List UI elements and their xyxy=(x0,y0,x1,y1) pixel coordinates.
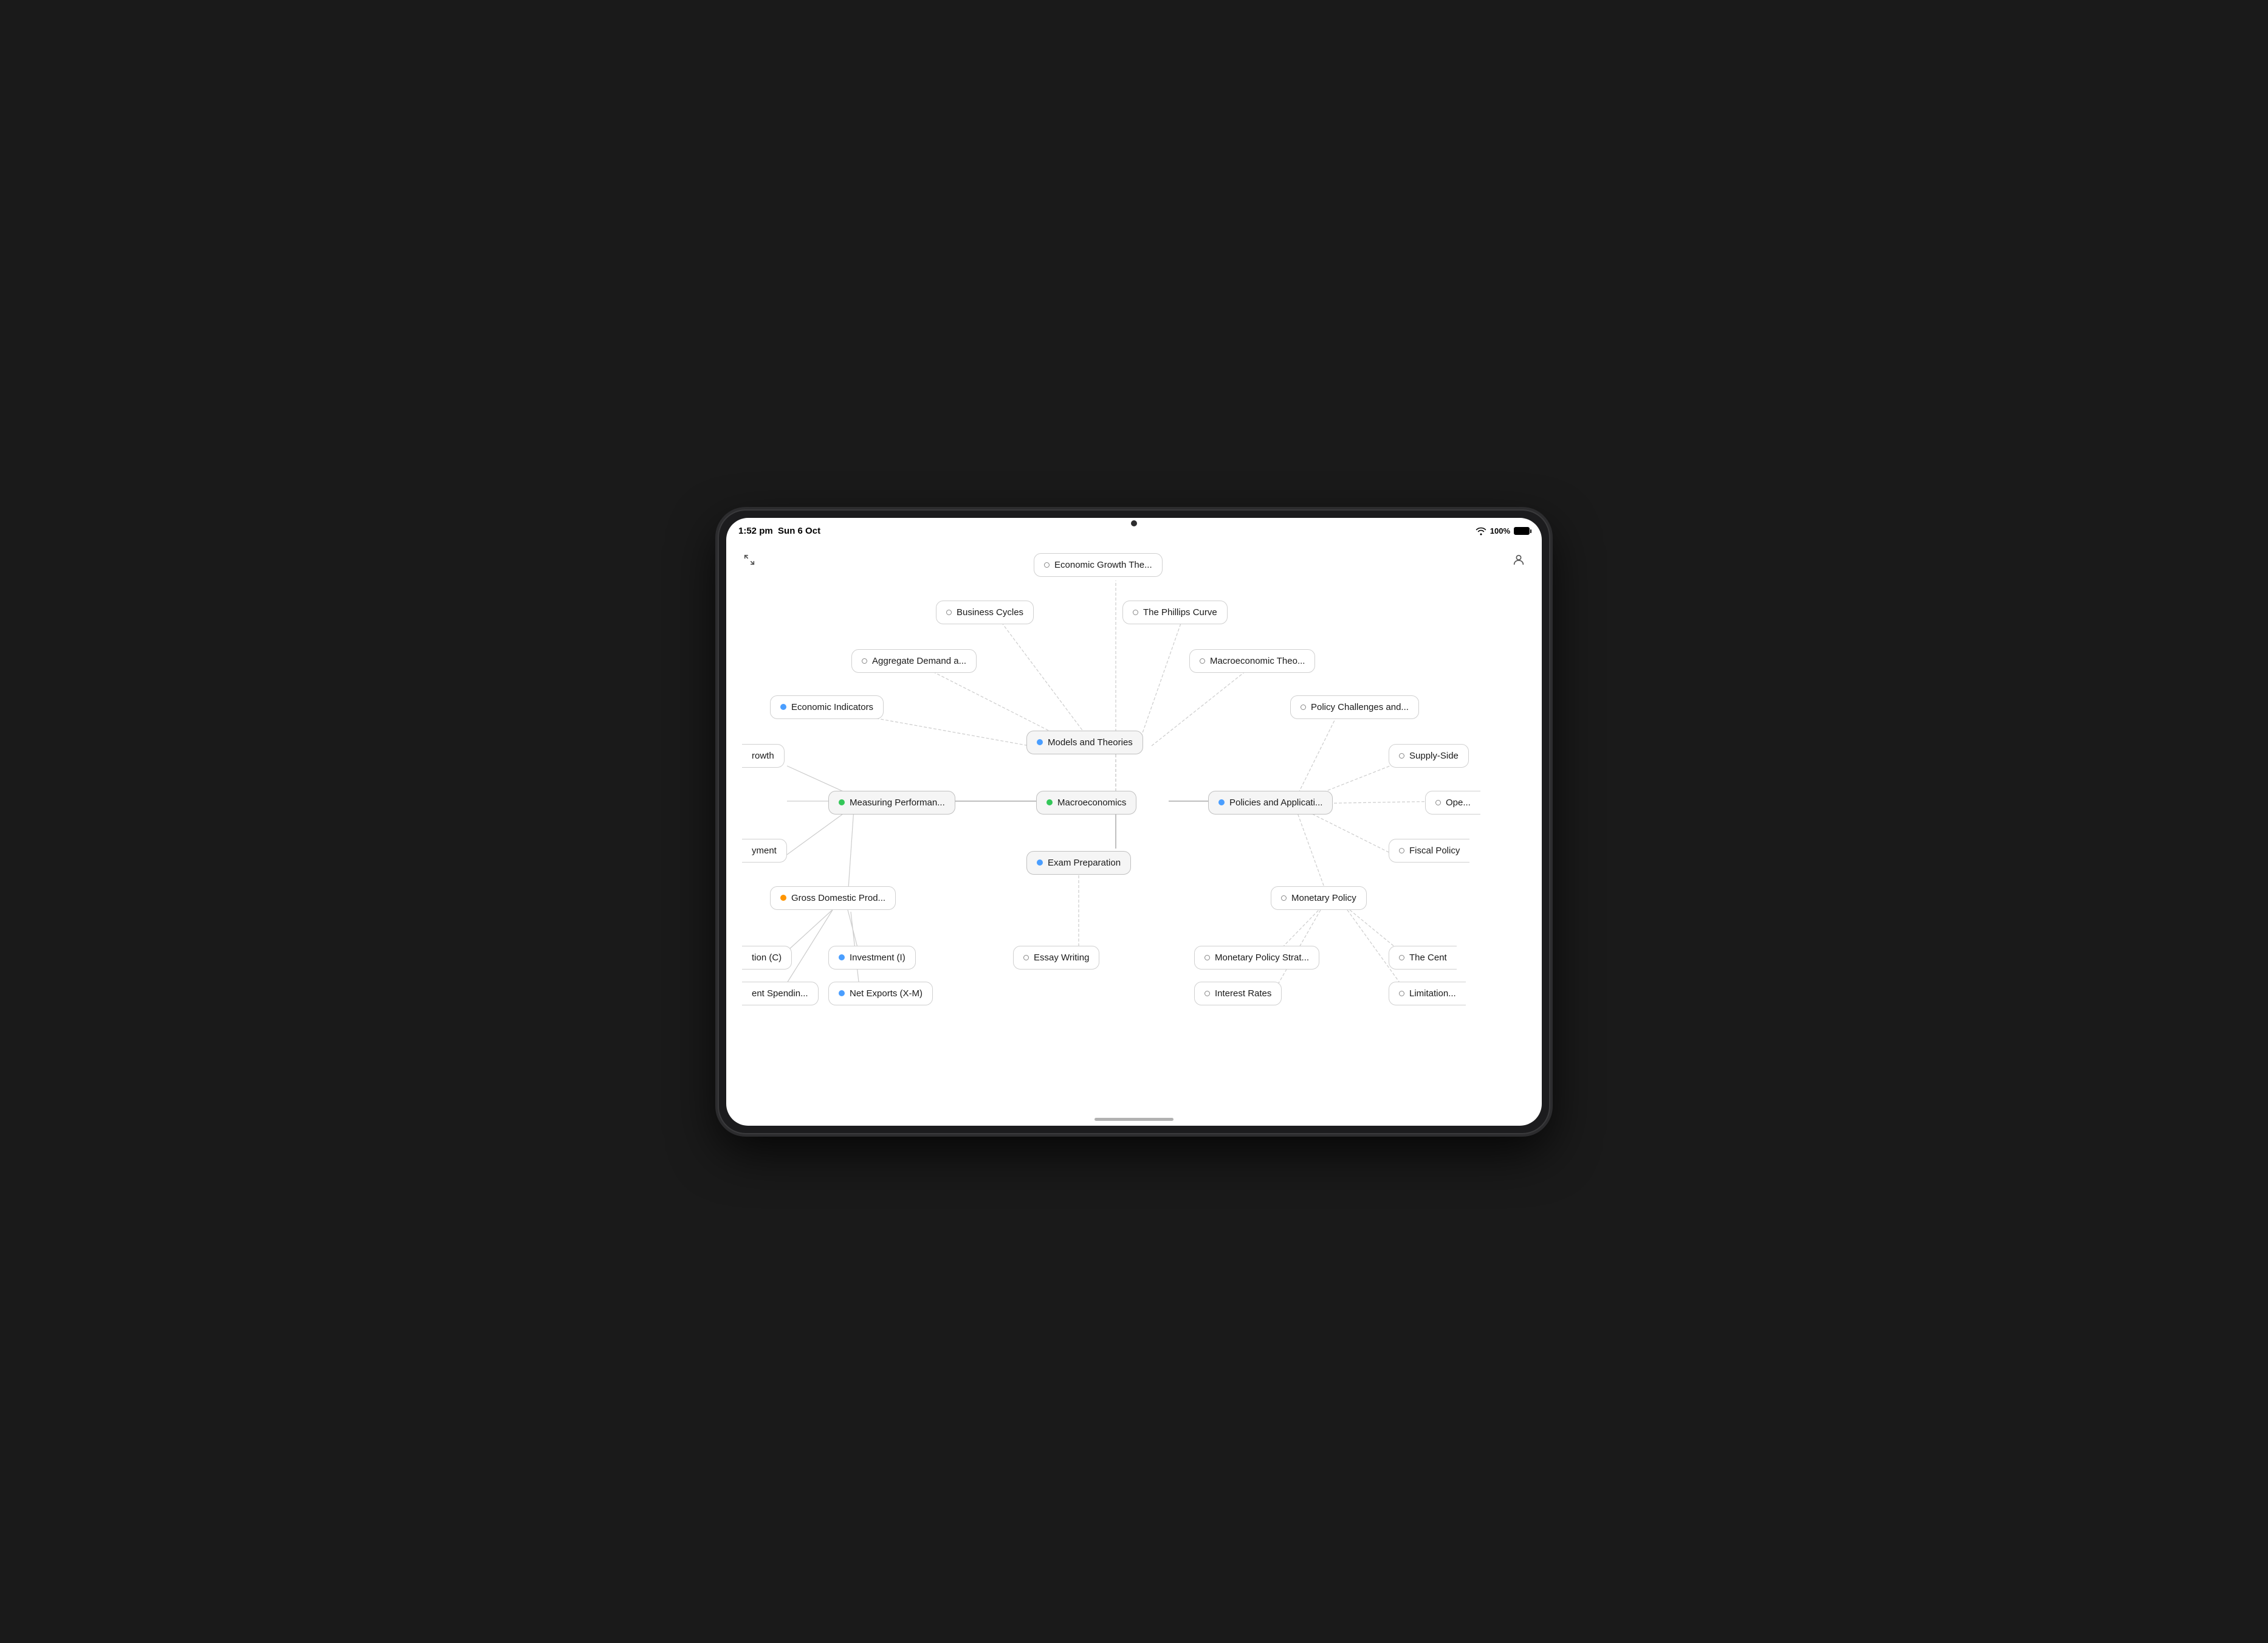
node-label: Policies and Applicati... xyxy=(1229,797,1322,808)
node-label: rowth xyxy=(752,751,774,761)
node-label: The Cent xyxy=(1409,952,1447,963)
node-models-theories[interactable]: Models and Theories xyxy=(1026,731,1143,754)
node-policies[interactable]: Policies and Applicati... xyxy=(1208,791,1333,815)
dot-blue xyxy=(1037,739,1043,745)
dot-blue xyxy=(780,704,786,710)
node-label: Investment (I) xyxy=(850,952,905,963)
dot-empty xyxy=(1399,753,1404,759)
node-label: ent Spendin... xyxy=(752,988,808,999)
status-bar: 1:52 pm Sun 6 Oct 100% xyxy=(726,518,1542,545)
node-label: Business Cycles xyxy=(957,607,1023,618)
dot-empty xyxy=(1023,955,1029,960)
wifi-icon xyxy=(1476,527,1486,536)
node-gov-spending-partial[interactable]: ent Spendin... xyxy=(742,982,819,1005)
node-policy-challenges[interactable]: Policy Challenges and... xyxy=(1290,695,1419,719)
dot-empty xyxy=(1301,704,1306,710)
node-label: Limitation... xyxy=(1409,988,1456,999)
dot-empty xyxy=(946,610,952,615)
status-time: 1:52 pm Sun 6 Oct xyxy=(738,526,820,536)
node-label: Interest Rates xyxy=(1215,988,1271,999)
ipad-frame: 1:52 pm Sun 6 Oct 100% xyxy=(719,511,1549,1133)
dot-blue xyxy=(839,954,845,960)
toolbar xyxy=(726,545,1542,575)
node-economic-indicators[interactable]: Economic Indicators xyxy=(770,695,884,719)
node-open-economy[interactable]: Ope... xyxy=(1425,791,1480,815)
dot-empty xyxy=(1399,991,1404,996)
node-label: Monetary Policy xyxy=(1291,893,1356,903)
dot-orange xyxy=(780,895,786,901)
node-label: yment xyxy=(752,846,777,856)
status-right: 100% xyxy=(1476,526,1530,536)
dot-blue xyxy=(839,990,845,996)
node-investment[interactable]: Investment (I) xyxy=(828,946,916,970)
node-measuring[interactable]: Measuring Performan... xyxy=(828,791,955,815)
node-exam-preparation[interactable]: Exam Preparation xyxy=(1026,851,1131,875)
home-indicator xyxy=(1094,1118,1174,1121)
node-limitations-partial[interactable]: Limitation... xyxy=(1389,982,1466,1005)
node-fiscal-policy[interactable]: Fiscal Policy xyxy=(1389,839,1469,863)
node-phillips-curve[interactable]: The Phillips Curve xyxy=(1122,601,1228,624)
battery-fill xyxy=(1514,528,1529,534)
dot-green xyxy=(839,799,845,805)
node-label: Exam Preparation xyxy=(1048,858,1121,868)
battery-percent: 100% xyxy=(1490,526,1510,536)
node-label: Aggregate Demand a... xyxy=(872,656,966,666)
node-supply-side[interactable]: Supply-Side xyxy=(1389,744,1469,768)
node-macroeconomics-central[interactable]: Macroeconomics xyxy=(1036,791,1136,815)
dot-empty xyxy=(1204,955,1210,960)
node-label: tion (C) xyxy=(752,952,782,963)
node-net-exports[interactable]: Net Exports (X-M) xyxy=(828,982,933,1005)
node-label: Supply-Side xyxy=(1409,751,1459,761)
dot-empty xyxy=(862,658,867,664)
node-label: Measuring Performan... xyxy=(850,797,945,808)
mindmap-canvas: Economic Growth The... Business Cycles T… xyxy=(726,518,1542,1126)
node-label: Ope... xyxy=(1446,797,1471,808)
node-monetary-policy-strat[interactable]: Monetary Policy Strat... xyxy=(1194,946,1319,970)
node-label: Monetary Policy Strat... xyxy=(1215,952,1309,963)
node-aggregate-demand[interactable]: Aggregate Demand a... xyxy=(851,649,977,673)
node-interest-rates[interactable]: Interest Rates xyxy=(1194,982,1282,1005)
node-label: Essay Writing xyxy=(1034,952,1089,963)
node-label: Fiscal Policy xyxy=(1409,846,1460,856)
node-essay-writing[interactable]: Essay Writing xyxy=(1013,946,1099,970)
node-label: Economic Indicators xyxy=(791,702,873,712)
collapse-button[interactable] xyxy=(738,549,760,571)
node-label: Macroeconomics xyxy=(1057,797,1126,808)
dot-empty xyxy=(1399,955,1404,960)
node-consumption-partial[interactable]: tion (C) xyxy=(742,946,792,970)
node-label: Macroeconomic Theo... xyxy=(1210,656,1305,666)
node-label: Models and Theories xyxy=(1048,737,1133,748)
dot-empty xyxy=(1399,848,1404,853)
dot-blue xyxy=(1218,799,1225,805)
user-button[interactable] xyxy=(1508,549,1530,571)
node-the-central[interactable]: The Cent xyxy=(1389,946,1457,970)
ipad-screen: 1:52 pm Sun 6 Oct 100% xyxy=(726,518,1542,1126)
node-gdp[interactable]: Gross Domestic Prod... xyxy=(770,886,896,910)
node-monetary-policy[interactable]: Monetary Policy xyxy=(1271,886,1367,910)
dot-green xyxy=(1046,799,1053,805)
node-label: Net Exports (X-M) xyxy=(850,988,923,999)
node-growth-partial[interactable]: rowth xyxy=(742,744,785,768)
dot-empty xyxy=(1200,658,1205,664)
dot-empty xyxy=(1133,610,1138,615)
node-label: Gross Domestic Prod... xyxy=(791,893,885,903)
dot-blue xyxy=(1037,859,1043,866)
battery-icon xyxy=(1514,527,1530,535)
node-label: Policy Challenges and... xyxy=(1311,702,1409,712)
dot-empty xyxy=(1435,800,1441,805)
dot-empty xyxy=(1204,991,1210,996)
node-employment-partial[interactable]: yment xyxy=(742,839,787,863)
node-macroeconomic-theo[interactable]: Macroeconomic Theo... xyxy=(1189,649,1315,673)
dot-empty xyxy=(1281,895,1287,901)
node-label: The Phillips Curve xyxy=(1143,607,1217,618)
node-business-cycles[interactable]: Business Cycles xyxy=(936,601,1034,624)
